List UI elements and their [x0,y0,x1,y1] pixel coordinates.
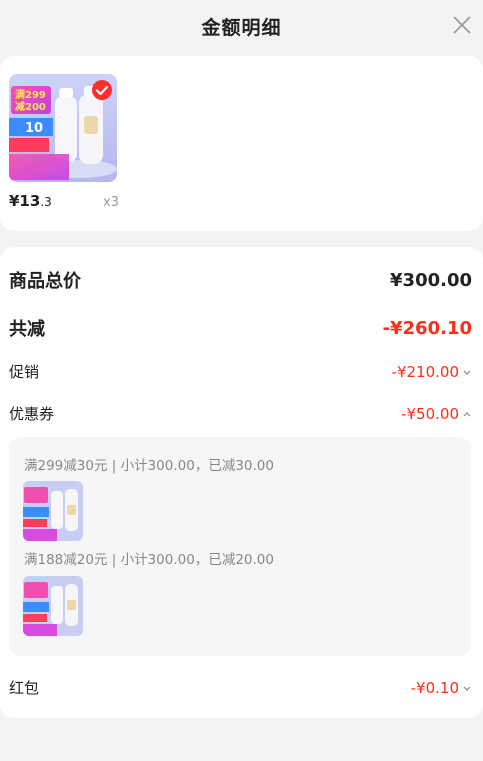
coupon-row[interactable]: 优惠券 -¥50.00 [9,403,472,424]
redpacket-value: -¥0.10 [411,679,472,697]
coupon-detail-box: 满299减30元 | 小计300.00，已减30.00 满188减20元 | 小… [9,437,471,656]
promo-value: -¥210.00 [392,363,472,381]
coupon-item-text: 满188减20元 | 小计300.00，已减20.00 [24,552,274,568]
chevron-down-icon[interactable] [462,367,472,377]
product-price-row: ¥13.3 x3 [9,192,119,212]
discount-value: -¥260.10 [382,317,472,339]
summary-card: 商品总价 ¥300.00 共减 -¥260.10 促销 -¥210.00 优惠券… [0,247,483,718]
total-label: 商品总价 [9,271,81,292]
coupon-value: -¥50.00 [401,405,472,423]
product-thumbnail[interactable]: 满299 减200 10 [9,74,117,182]
svg-text:10: 10 [25,121,43,136]
discount-label: 共减 [9,319,45,340]
modal-header: 金额明细 [0,0,483,52]
chevron-up-icon[interactable] [462,409,472,419]
coupon-label: 优惠券 [9,405,55,423]
page-title: 金额明细 [201,16,282,39]
discount-row: 共减 -¥260.10 [9,315,472,341]
coupon-item-thumbnail [23,481,83,541]
unit-price: ¥13.3 [9,192,52,210]
svg-text:满299: 满299 [15,88,46,101]
product-card: 满299 减200 10 ¥13.3 x3 [0,56,483,231]
close-icon[interactable] [451,14,473,36]
total-row: 商品总价 ¥300.00 [9,267,472,293]
coupon-item-text: 满299减30元 | 小计300.00，已减30.00 [24,458,274,474]
redpacket-label: 红包 [9,679,40,697]
check-badge-icon [92,80,112,100]
total-value: ¥300.00 [390,269,472,291]
promo-row[interactable]: 促销 -¥210.00 [9,361,472,382]
redpacket-row[interactable]: 红包 -¥0.10 [9,677,472,698]
chevron-down-icon[interactable] [462,683,472,693]
promo-label: 促销 [9,363,40,381]
svg-text:减200: 减200 [15,100,46,113]
coupon-item-thumbnail [23,576,83,636]
quantity: x3 [103,195,119,210]
